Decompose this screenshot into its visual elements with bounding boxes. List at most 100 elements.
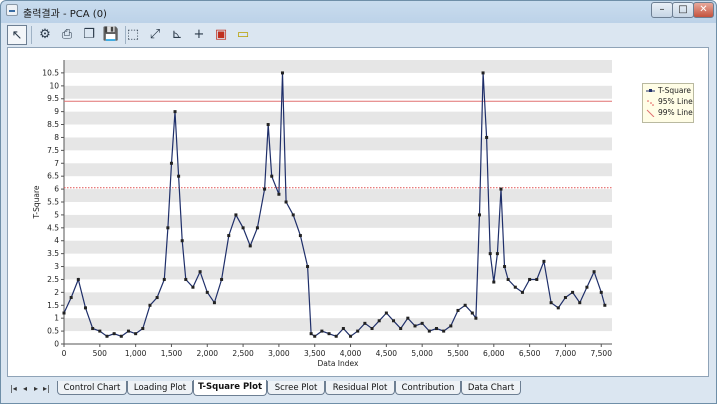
label-icon[interactable]: ▭ bbox=[233, 25, 253, 45]
data-point[interactable] bbox=[266, 123, 270, 127]
data-point[interactable] bbox=[306, 265, 310, 269]
data-point[interactable] bbox=[406, 316, 410, 320]
data-point[interactable] bbox=[399, 327, 403, 331]
close-button[interactable]: ✕ bbox=[693, 2, 714, 18]
data-point[interactable] bbox=[298, 234, 302, 238]
data-point[interactable] bbox=[363, 321, 367, 325]
data-point[interactable] bbox=[313, 334, 317, 338]
data-point[interactable] bbox=[563, 296, 567, 300]
data-point[interactable] bbox=[571, 290, 575, 294]
data-point[interactable] bbox=[506, 277, 510, 281]
data-point[interactable] bbox=[105, 334, 109, 338]
tab-loading-plot[interactable]: Loading Plot bbox=[127, 381, 193, 395]
data-point[interactable] bbox=[166, 226, 170, 230]
data-point[interactable] bbox=[112, 332, 116, 336]
data-point[interactable] bbox=[470, 311, 474, 315]
data-point[interactable] bbox=[162, 277, 166, 281]
data-point[interactable] bbox=[492, 280, 496, 284]
axis-icon[interactable]: ⊾ bbox=[167, 25, 187, 45]
tab-control-chart[interactable]: Control Chart bbox=[57, 381, 127, 395]
copy-icon[interactable]: ❐ bbox=[79, 25, 99, 45]
data-point[interactable] bbox=[449, 324, 453, 328]
data-point[interactable] bbox=[320, 329, 324, 333]
rescale-icon[interactable]: ⤢ bbox=[145, 25, 165, 45]
data-point[interactable] bbox=[83, 306, 87, 310]
data-point[interactable] bbox=[277, 192, 281, 196]
data-point[interactable] bbox=[280, 71, 284, 75]
data-point[interactable] bbox=[356, 329, 360, 333]
data-point[interactable] bbox=[592, 270, 596, 274]
chart-canvas[interactable]: 0 0.5 1 1.5 2 2.5 3 3.5 4 4.5 5 5.5 6 6.5 7 7.5 8 8.5 9 9.5… bbox=[7, 47, 709, 377]
data-point[interactable] bbox=[585, 285, 589, 289]
title-bar[interactable]: 출력결과 - PCA (0) – □ ✕ bbox=[1, 1, 716, 21]
data-point[interactable] bbox=[377, 319, 381, 323]
properties-icon[interactable]: ⚙ bbox=[35, 25, 55, 45]
tab-contribution[interactable]: Contribution bbox=[395, 381, 461, 395]
data-point[interactable] bbox=[503, 265, 507, 269]
next-tab-icon[interactable]: ▸ bbox=[34, 384, 38, 393]
data-point[interactable] bbox=[495, 252, 499, 256]
data-point[interactable] bbox=[463, 303, 467, 307]
data-point[interactable] bbox=[442, 329, 446, 333]
data-point[interactable] bbox=[513, 285, 517, 289]
data-point[interactable] bbox=[148, 303, 152, 307]
data-point[interactable] bbox=[427, 329, 431, 333]
zoom-icon[interactable]: ⬚ bbox=[123, 25, 143, 45]
t-square-chart[interactable]: 0 0.5 1 1.5 2 2.5 3 3.5 4 4.5 5 5.5 6 6.5 7 7.5 8 8.5 9 9.5… bbox=[8, 48, 708, 376]
prev-tab-icon[interactable]: ◂ bbox=[23, 384, 27, 393]
data-point[interactable] bbox=[119, 334, 123, 338]
data-point[interactable] bbox=[481, 71, 485, 75]
data-point[interactable] bbox=[477, 213, 481, 217]
data-point[interactable] bbox=[220, 277, 224, 281]
data-point[interactable] bbox=[420, 321, 424, 325]
save-icon[interactable]: 💾 bbox=[101, 25, 121, 45]
data-point[interactable] bbox=[549, 301, 553, 305]
data-point[interactable] bbox=[169, 161, 173, 165]
data-point[interactable] bbox=[91, 327, 95, 331]
data-point[interactable] bbox=[291, 213, 295, 217]
data-point[interactable] bbox=[327, 332, 331, 336]
data-point[interactable] bbox=[76, 277, 80, 281]
data-point[interactable] bbox=[155, 296, 159, 300]
data-point[interactable] bbox=[474, 316, 478, 320]
pointer-icon[interactable]: ↖ bbox=[7, 25, 27, 45]
data-point[interactable] bbox=[370, 327, 374, 331]
data-point[interactable] bbox=[542, 259, 546, 263]
data-point[interactable] bbox=[413, 324, 417, 328]
data-point[interactable] bbox=[434, 327, 438, 331]
print-icon[interactable]: ⎙ bbox=[57, 25, 77, 45]
tab-scree-plot[interactable]: Scree Plot bbox=[267, 381, 325, 395]
data-point[interactable] bbox=[485, 135, 489, 139]
data-point[interactable] bbox=[499, 187, 503, 191]
data-point[interactable] bbox=[134, 332, 138, 336]
data-point[interactable] bbox=[263, 187, 267, 191]
crosshair-icon[interactable]: + bbox=[189, 25, 209, 45]
data-point[interactable] bbox=[191, 285, 195, 289]
data-point[interactable] bbox=[173, 110, 177, 114]
data-point[interactable] bbox=[284, 200, 288, 204]
maximize-button[interactable]: □ bbox=[672, 2, 694, 18]
data-point[interactable] bbox=[334, 334, 338, 338]
data-point[interactable] bbox=[227, 234, 231, 238]
data-point[interactable] bbox=[241, 226, 245, 230]
data-point[interactable] bbox=[341, 327, 345, 331]
data-point[interactable] bbox=[62, 311, 66, 315]
tab-residual-plot[interactable]: Residual Plot bbox=[325, 381, 395, 395]
data-point[interactable] bbox=[198, 270, 202, 274]
data-point[interactable] bbox=[528, 277, 532, 281]
data-point[interactable] bbox=[234, 213, 238, 217]
data-point[interactable] bbox=[578, 301, 582, 305]
data-point[interactable] bbox=[270, 174, 274, 178]
data-point[interactable] bbox=[309, 332, 313, 336]
data-point[interactable] bbox=[456, 308, 460, 312]
data-point[interactable] bbox=[69, 296, 73, 300]
data-point[interactable] bbox=[141, 327, 145, 331]
data-point[interactable] bbox=[177, 174, 181, 178]
data-point[interactable] bbox=[255, 226, 259, 230]
data-point[interactable] bbox=[520, 290, 524, 294]
data-point[interactable] bbox=[603, 303, 607, 307]
data-point[interactable] bbox=[599, 290, 603, 294]
data-point[interactable] bbox=[184, 277, 188, 281]
tab-t-square-plot[interactable]: T-Square Plot bbox=[193, 380, 267, 396]
data-point[interactable] bbox=[248, 244, 252, 248]
